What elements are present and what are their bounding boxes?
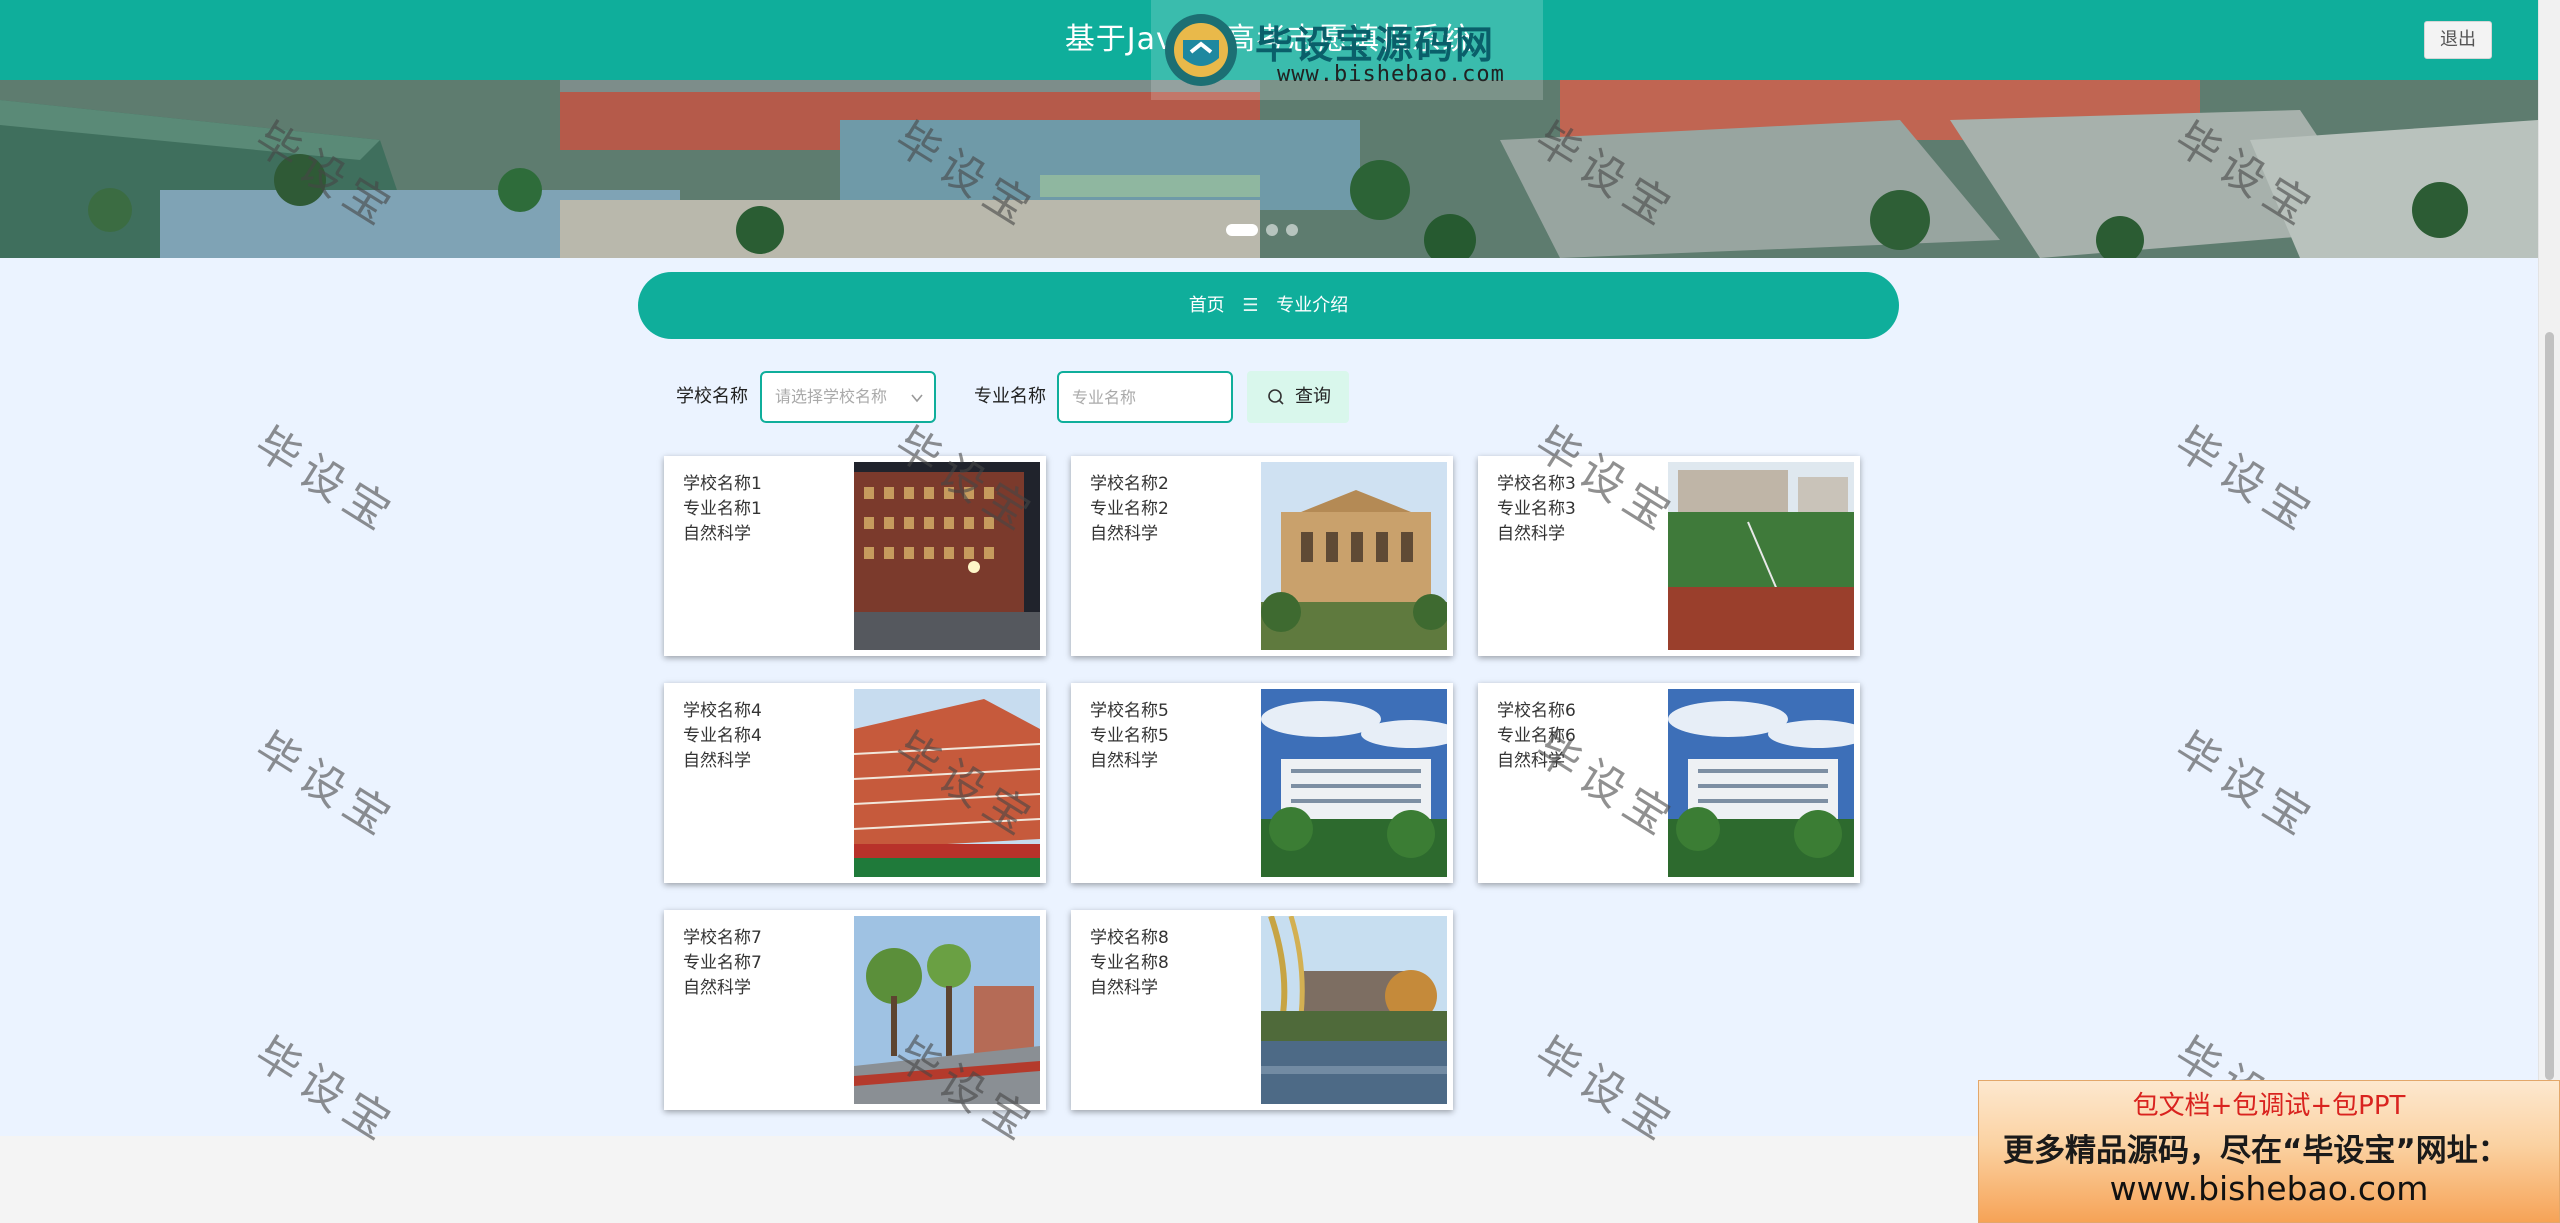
card-major-name: 专业名称3	[1497, 499, 1576, 519]
main-content: 首页 ☰ 专业介绍 学校名称 请选择学校名称 专业名称 查询 学校名称1 专业名…	[0, 258, 2538, 1136]
card-photo	[1261, 462, 1447, 650]
major-card[interactable]: 学校名称7 专业名称7 自然科学	[664, 910, 1046, 1110]
card-major-name: 专业名称2	[1090, 499, 1169, 519]
logout-button[interactable]: 退出	[2424, 21, 2492, 59]
breadcrumb-home-link[interactable]: 首页	[1189, 295, 1225, 316]
advertisement-banner[interactable]: 包文档+包调试+包PPT 更多精品源码，尽在“毕设宝”网址： www.bishe…	[1978, 1080, 2560, 1223]
query-button[interactable]: 查询	[1247, 371, 1349, 423]
major-name-input[interactable]	[1057, 371, 1233, 423]
logo-title: 毕设宝源码网	[1255, 23, 1496, 67]
card-photo	[1261, 916, 1447, 1104]
card-school-name: 学校名称5	[1090, 701, 1169, 721]
watermark-logo: 毕设宝源码网 www.bishebao.com	[1151, 0, 1543, 100]
card-school-name: 学校名称3	[1497, 474, 1576, 494]
school-select-placeholder: 请选择学校名称	[775, 387, 888, 406]
ad-url: www.bishebao.com	[2109, 1169, 2429, 1208]
card-photo	[1668, 462, 1854, 650]
card-major-name: 专业名称8	[1090, 953, 1169, 973]
card-category: 自然科学	[1090, 978, 1158, 998]
ad-headline: 更多精品源码，尽在“毕设宝”网址：	[2003, 1133, 2509, 1169]
major-card[interactable]: 学校名称6 专业名称6 自然科学	[1478, 683, 1860, 883]
card-major-name: 专业名称6	[1497, 726, 1576, 746]
major-card[interactable]: 学校名称4 专业名称4 自然科学	[664, 683, 1046, 883]
major-card[interactable]: 学校名称3 专业名称3 自然科学	[1478, 456, 1860, 656]
search-icon	[1268, 389, 1284, 405]
breadcrumb-current: 专业介绍	[1276, 295, 1349, 316]
carousel-dot-active[interactable]	[1226, 224, 1258, 236]
major-card[interactable]: 学校名称5 专业名称5 自然科学	[1071, 683, 1453, 883]
breadcrumb-separator-icon: ☰	[1242, 295, 1259, 316]
card-school-name: 学校名称7	[683, 928, 762, 948]
card-major-name: 专业名称7	[683, 953, 762, 973]
card-category: 自然科学	[1090, 524, 1158, 544]
card-category: 自然科学	[1090, 751, 1158, 771]
school-name-label: 学校名称	[676, 386, 748, 407]
card-school-name: 学校名称8	[1090, 928, 1169, 948]
card-category: 自然科学	[683, 524, 751, 544]
shield-emblem-icon	[1165, 14, 1237, 86]
carousel-dot[interactable]	[1286, 224, 1298, 236]
carousel-indicators	[1226, 224, 1298, 236]
breadcrumb: 首页 ☰ 专业介绍	[638, 272, 1899, 339]
major-card[interactable]: 学校名称8 专业名称8 自然科学	[1071, 910, 1453, 1110]
card-major-name: 专业名称4	[683, 726, 762, 746]
scrollbar-thumb[interactable]	[2545, 332, 2554, 1080]
card-photo	[854, 689, 1040, 877]
school-name-select[interactable]: 请选择学校名称	[760, 371, 936, 423]
card-school-name: 学校名称4	[683, 701, 762, 721]
card-photo	[1261, 689, 1447, 877]
card-photo	[1668, 689, 1854, 877]
ad-tagline: 包文档+包调试+包PPT	[2132, 1091, 2406, 1121]
card-major-name: 专业名称5	[1090, 726, 1169, 746]
card-school-name: 学校名称2	[1090, 474, 1169, 494]
major-card[interactable]: 学校名称1 专业名称1 自然科学	[664, 456, 1046, 656]
query-button-label: 查询	[1295, 386, 1331, 407]
card-major-name: 专业名称1	[683, 499, 762, 519]
card-school-name: 学校名称1	[683, 474, 762, 494]
logo-url: www.bishebao.com	[1277, 62, 1505, 87]
card-category: 自然科学	[683, 751, 751, 771]
carousel-dot[interactable]	[1266, 224, 1278, 236]
chevron-down-icon	[911, 394, 923, 403]
major-card[interactable]: 学校名称2 专业名称2 自然科学	[1071, 456, 1453, 656]
card-photo	[854, 916, 1040, 1104]
card-category: 自然科学	[683, 978, 751, 998]
card-category: 自然科学	[1497, 751, 1565, 771]
card-photo	[854, 462, 1040, 650]
major-name-label: 专业名称	[974, 386, 1046, 407]
card-category: 自然科学	[1497, 524, 1565, 544]
card-school-name: 学校名称6	[1497, 701, 1576, 721]
